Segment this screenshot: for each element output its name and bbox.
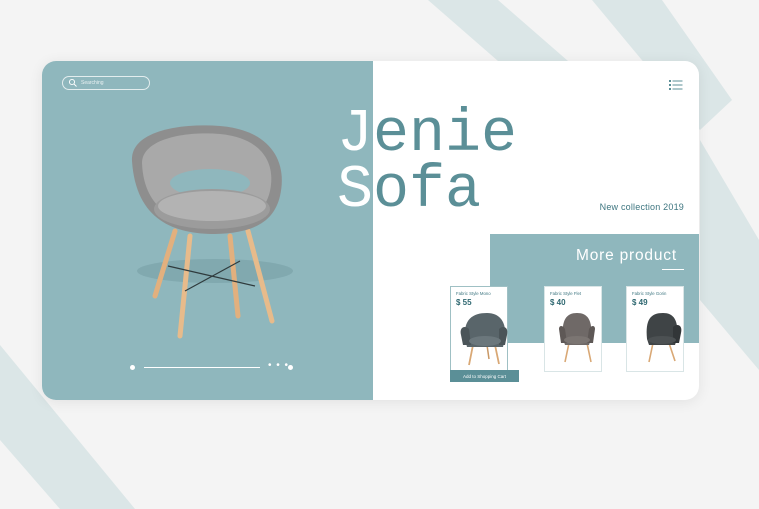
product-name: Fabric Style Gorin	[632, 291, 667, 296]
product-price: $ 55	[456, 298, 472, 307]
more-product-title[interactable]: More product	[576, 247, 677, 265]
hero-panel: • • •	[42, 61, 373, 400]
title-letter: o	[373, 157, 410, 225]
title-letter: i	[445, 101, 482, 169]
product-showcase-card: • • • Jenie Sofa New collection 2019 Mor…	[42, 61, 699, 400]
title-letter: e	[481, 101, 518, 169]
title-letter: e	[373, 101, 410, 169]
product-card[interactable]: Fabric Style Mono $ 55	[450, 286, 508, 372]
collection-subtitle: New collection 2019	[599, 202, 684, 212]
search-input[interactable]	[78, 78, 145, 88]
title-letter: J	[337, 101, 374, 169]
product-chair-image	[460, 313, 508, 366]
slider-start-dot[interactable]	[130, 365, 135, 370]
more-product-underline	[662, 269, 684, 270]
search-icon[interactable]	[68, 78, 78, 88]
title-letter: f	[409, 157, 446, 225]
product-name: Fabric Style Flet	[550, 291, 582, 296]
hero-chair-image	[131, 125, 293, 339]
product-card[interactable]: Fabric Style Flet $ 40	[544, 286, 602, 372]
product-chair-image	[646, 313, 682, 363]
search-bar[interactable]	[62, 76, 150, 90]
title-letter: n	[409, 101, 446, 169]
hero-title-line-2: Sofa	[337, 161, 481, 221]
menu-list-icon[interactable]	[669, 78, 683, 90]
slider-ellipsis: • • •	[268, 360, 290, 371]
title-letter: a	[445, 157, 482, 225]
product-chair-image	[559, 313, 595, 363]
product-name: Fabric Style Mono	[456, 291, 491, 296]
add-to-cart-button[interactable]: Add to Shopping Cart	[450, 370, 519, 382]
hero-title-line-1: Jenie	[337, 105, 517, 165]
slider-end-dot[interactable]	[288, 365, 293, 370]
product-price: $ 49	[632, 298, 648, 307]
slider-track[interactable]	[144, 367, 260, 368]
product-price: $ 40	[550, 298, 566, 307]
title-letter: S	[337, 157, 374, 225]
product-card[interactable]: Fabric Style Gorin $ 49	[626, 286, 684, 372]
